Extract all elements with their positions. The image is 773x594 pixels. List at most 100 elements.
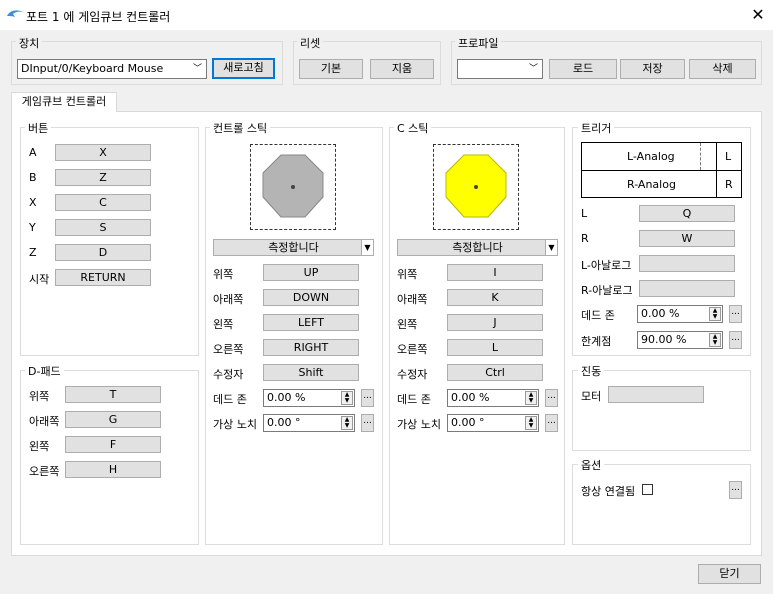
btn-key-button[interactable]: Z (55, 169, 151, 186)
always-connected-label: 항상 연결됨 (581, 485, 636, 498)
trigger-threshold-spinbox[interactable]: 90.00 % ▲ ▼ (637, 331, 723, 349)
dpad-row-label: 오른쪽 (29, 465, 60, 478)
btn-key-button[interactable]: X (55, 144, 151, 161)
main-notch-more-button[interactable]: ... (361, 414, 374, 432)
always-connected-checkbox[interactable] (642, 484, 653, 495)
main-row-label: 위쪽 (213, 268, 234, 281)
main-key-button[interactable]: LEFT (263, 314, 359, 331)
trigger-deadzone-label: 데드 존 (581, 309, 615, 322)
c-notch-more-button[interactable]: ... (545, 414, 558, 432)
spin-arrows-icon[interactable]: ▲ ▼ (341, 391, 353, 405)
options-more-button[interactable]: ... (729, 481, 742, 499)
spin-arrows-icon[interactable]: ▲ ▼ (341, 416, 353, 430)
btn-key-button[interactable]: RETURN (55, 269, 151, 286)
default-button[interactable]: 기본 (299, 59, 363, 79)
profile-select[interactable]: ﹀ (457, 59, 543, 79)
trig-key-button[interactable]: W (639, 230, 735, 247)
main-deadzone-label: 데드 존 (213, 393, 247, 406)
options-group-title: 옵션 (578, 457, 605, 473)
dropdown-arrow-icon[interactable]: ▼ (545, 240, 557, 255)
c-deadzone-spinbox[interactable]: 0.00 % ▲ ▼ (447, 389, 539, 407)
main-stick-group-title: 컨트롤 스틱 (210, 120, 271, 136)
tab-gamecube-controller[interactable]: 게임큐브 컨트롤러 (11, 92, 117, 112)
c-row-label: 위쪽 (397, 268, 418, 281)
chevron-down-icon: ﹀ (528, 64, 538, 74)
device-select[interactable]: DInput/0/Keyboard Mouse ﹀ (17, 59, 207, 79)
buttons-group (20, 127, 199, 356)
trigger-threshold-label: 한계점 (581, 335, 612, 348)
spin-arrows-icon[interactable]: ▲ ▼ (525, 391, 537, 405)
options-group (572, 464, 751, 545)
btn-row-label: Y (29, 221, 36, 234)
clear-button[interactable]: 지움 (370, 59, 434, 79)
dpad-row-label: 위쪽 (29, 390, 50, 403)
btn-key-button[interactable]: C (55, 194, 151, 211)
btn-key-button[interactable]: D (55, 244, 151, 261)
load-button[interactable]: 로드 (549, 59, 617, 79)
c-deadzone-more-button[interactable]: ... (545, 389, 558, 407)
refresh-button[interactable]: 새로고침 (212, 58, 275, 79)
c-key-button[interactable]: K (447, 289, 543, 306)
delete-button[interactable]: 삭제 (689, 59, 756, 79)
c-notch-spinbox[interactable]: 0.00 ° ▲ ▼ (447, 414, 539, 432)
reset-group-title: 리셋 (297, 35, 324, 51)
c-key-button[interactable]: Ctrl (447, 364, 543, 381)
profile-group-title: 프로파일 (455, 35, 502, 51)
dpad-key-button[interactable]: G (65, 411, 161, 428)
dpad-key-button[interactable]: H (65, 461, 161, 478)
main-deadzone-spinbox[interactable]: 0.00 % ▲ ▼ (263, 389, 355, 407)
dolphin-logo-icon (7, 10, 23, 17)
c-key-button[interactable]: J (447, 314, 543, 331)
main-notch-spinbox[interactable]: 0.00 ° ▲ ▼ (263, 414, 355, 432)
motor-key-button[interactable] (608, 386, 704, 403)
dropdown-arrow-icon[interactable]: ▼ (361, 240, 373, 255)
spin-arrows-icon[interactable]: ▲ ▼ (709, 307, 721, 321)
c-key-button[interactable]: L (447, 339, 543, 356)
trig-row-label: L (581, 207, 588, 220)
rumble-group-title: 진동 (578, 363, 605, 379)
close-button[interactable]: 닫기 (698, 564, 761, 584)
window-title: 포트 1 에 게임큐브 컨트롤러 (26, 10, 171, 24)
dpad-key-button[interactable]: T (65, 386, 161, 403)
dpad-key-button[interactable]: F (65, 436, 161, 453)
c-deadzone-label: 데드 존 (397, 393, 431, 406)
main-row-label: 오른쪽 (213, 343, 244, 356)
trig-key-button[interactable]: Q (639, 205, 735, 222)
trigger-threshold-more-button[interactable]: ... (729, 331, 742, 349)
c-stick-calibrate-button[interactable]: 측정합니다 ▼ (397, 239, 558, 256)
trigger-analog-display: L-Analog L R-Analog R (581, 142, 742, 198)
chevron-down-icon: ﹀ (192, 64, 202, 74)
main-key-button[interactable]: RIGHT (263, 339, 359, 356)
btn-row-label: 시작 (29, 273, 50, 286)
spin-arrows-icon[interactable]: ▲ ▼ (709, 333, 721, 347)
device-group-title: 장치 (16, 35, 43, 51)
save-button[interactable]: 저장 (620, 59, 685, 79)
main-deadzone-more-button[interactable]: ... (361, 389, 374, 407)
trigger-deadzone-spinbox[interactable]: 0.00 % ▲ ▼ (637, 305, 723, 323)
trig-key-button[interactable] (639, 280, 735, 297)
c-row-label: 오른쪽 (397, 343, 428, 356)
trigger-deadzone-more-button[interactable]: ... (729, 305, 742, 323)
dpad-row-label: 왼쪽 (29, 440, 50, 453)
dpad-row-label: 아래쪽 (29, 415, 60, 428)
c-row-label: 아래쪽 (397, 293, 428, 306)
spin-arrows-icon[interactable]: ▲ ▼ (525, 416, 537, 430)
trig-row-label: R-아날로그 (581, 284, 633, 297)
main-stick-calibrate-button[interactable]: 측정합니다 ▼ (213, 239, 374, 256)
close-window-button[interactable]: ✕ (744, 4, 772, 26)
motor-label: 모터 (581, 390, 602, 403)
trig-key-button[interactable] (639, 255, 735, 272)
main-row-label: 왼쪽 (213, 318, 234, 331)
r-display-short-label: R (725, 178, 733, 191)
main-key-button[interactable]: UP (263, 264, 359, 281)
l-display-short-label: L (725, 150, 732, 163)
main-key-button[interactable]: Shift (263, 364, 359, 381)
btn-key-button[interactable]: S (55, 219, 151, 236)
btn-row-label: X (29, 196, 37, 209)
c-row-label: 왼쪽 (397, 318, 418, 331)
main-row-label: 수정자 (213, 368, 244, 381)
main-key-button[interactable]: DOWN (263, 289, 359, 306)
btn-row-label: B (29, 171, 37, 184)
btn-row-label: Z (29, 246, 37, 259)
c-key-button[interactable]: I (447, 264, 543, 281)
